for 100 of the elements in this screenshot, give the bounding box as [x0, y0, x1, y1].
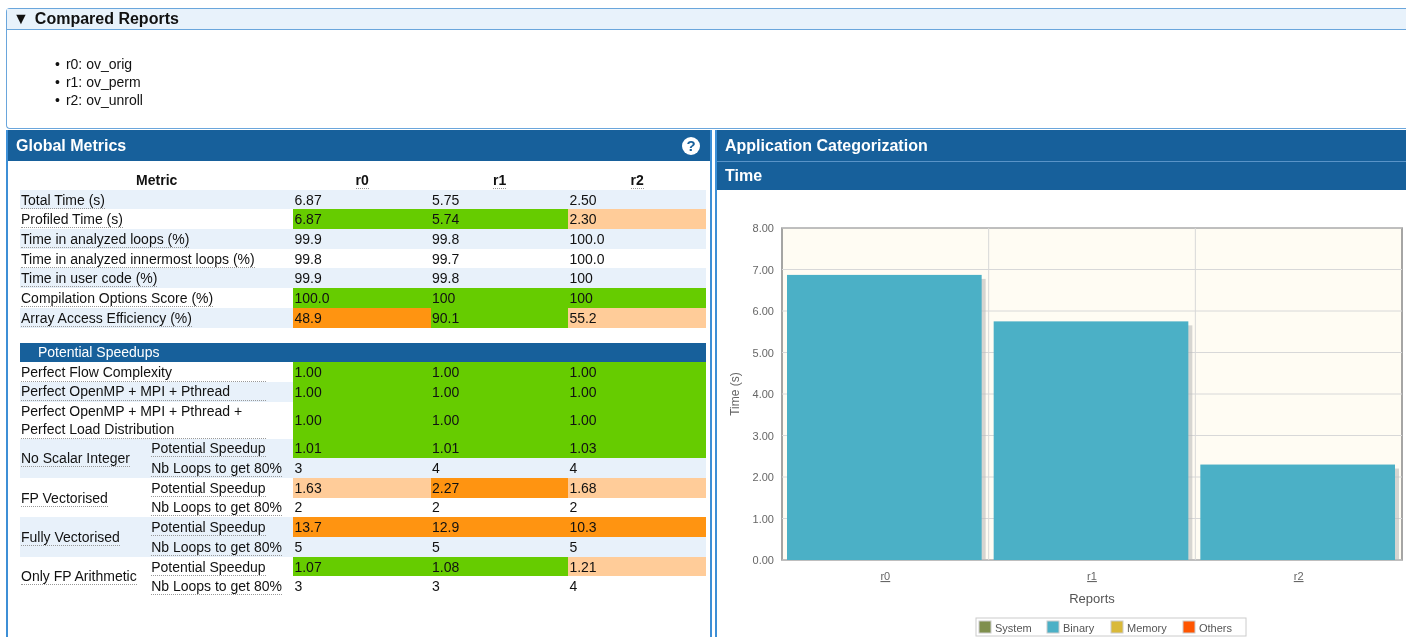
legend-label: Binary	[1063, 622, 1095, 634]
metric-label: Perfect OpenMP + MPI + Pthread + Perfect Load Distribution	[21, 401, 266, 439]
help-icon[interactable]: ?	[682, 136, 700, 155]
metric-label: Fully Vectorised	[21, 529, 120, 546]
legend-label: System	[995, 622, 1032, 634]
table-cell: 99.8	[431, 229, 569, 249]
metric-label: FP Vectorised	[21, 489, 108, 507]
metric-label: Array Access Efficiency (%)	[21, 309, 192, 327]
table-cell: 99.9	[293, 268, 431, 289]
metric-label: Perfect Flow Complexity	[21, 362, 266, 382]
axis-tick-label: 0.00	[752, 554, 774, 566]
metric-label: Compilation Options Score (%)	[21, 289, 214, 307]
table-cell: 2	[431, 497, 569, 518]
table-cell: 1.00	[568, 381, 706, 402]
table-cell: 99.7	[431, 248, 569, 269]
metric-label: Potential Speedup	[151, 479, 266, 497]
table-cell: 4	[431, 458, 569, 478]
metric-label: No Scalar Integer	[21, 450, 130, 468]
table-cell: 5	[293, 537, 431, 557]
list-bullet: •	[55, 73, 60, 91]
table-cell: 1.68	[568, 477, 706, 498]
report-item: r1: ov_perm	[65, 73, 141, 91]
table-cell: 6.87	[293, 209, 431, 230]
table-cell: 48.9	[293, 307, 431, 328]
table-cell: 6.87	[293, 189, 431, 210]
table-cell: 12.9	[431, 517, 569, 537]
metric-label: Time in analyzed loops (%)	[21, 230, 190, 248]
axis-tick-label: r1	[1087, 570, 1097, 582]
metric-label: Nb Loops to get 80%	[151, 460, 282, 478]
report-item: r2: ov_unroll	[65, 91, 143, 109]
table-cell: 1.01	[293, 438, 431, 459]
metric-label: Total Time (s)	[21, 191, 105, 209]
axis-tick-label: 2.00	[752, 471, 774, 483]
legend-label: Others	[1199, 622, 1232, 634]
axis-title: Time (s)	[728, 372, 742, 416]
table-cell: 10.3	[568, 517, 706, 537]
table-cell: 2.27	[431, 477, 569, 498]
table-cell: 2.30	[568, 209, 706, 230]
axis-tick-label: 1.00	[752, 512, 774, 525]
table-cell: 1.00	[293, 381, 431, 402]
table-cell: 100	[431, 288, 569, 308]
table-cell: 100	[568, 288, 706, 308]
axis-tick-label: 8.00	[752, 222, 774, 234]
panel-title: Application Categorization	[725, 136, 928, 155]
collapse-toggle[interactable]: ▼	[13, 10, 29, 28]
table-cell: 1.00	[568, 401, 706, 439]
section-header: Potential Speedups	[20, 342, 706, 363]
table-cell: 5.75	[431, 189, 569, 210]
column-header: Metric	[136, 171, 178, 188]
table-cell: 5	[431, 537, 569, 557]
metric-label: Potential Speedup	[151, 558, 266, 576]
table-cell: 1.00	[293, 401, 431, 439]
metric-label: Nb Loops to get 80%	[151, 578, 282, 596]
metric-label: Time in user code (%)	[21, 270, 158, 288]
metric-label: Profiled Time (s)	[21, 211, 123, 229]
table-cell: 100.0	[568, 229, 706, 249]
table-cell: 99.8	[293, 248, 431, 269]
table-cell: 1.21	[568, 556, 706, 577]
table-cell: 1.00	[431, 362, 569, 382]
table-cell: 3	[431, 576, 569, 597]
table-cell: 1.01	[431, 438, 569, 459]
table-cell: 3	[293, 458, 431, 478]
axis-tick-label: 5.00	[752, 346, 774, 359]
table-cell: 4	[568, 576, 706, 597]
table-cell: 1.00	[431, 381, 569, 402]
table-cell: 1.03	[568, 438, 706, 459]
axis-tick-label: 7.00	[752, 263, 774, 276]
table-cell: 1.08	[431, 556, 569, 577]
panel-subtitle: Time	[725, 167, 763, 185]
table-cell: 3	[293, 576, 431, 597]
list-bullet: •	[55, 91, 60, 109]
list-bullet: •	[55, 55, 60, 73]
table-cell: 13.7	[293, 517, 431, 537]
table-cell: 99.9	[293, 229, 431, 249]
table-cell: 5.74	[431, 209, 569, 230]
metric-label: Only FP Arithmetic	[21, 568, 137, 586]
panel-title: Global Metrics	[16, 136, 127, 155]
axis-tick-label: 3.00	[752, 429, 774, 442]
column-header: r2	[630, 171, 644, 189]
column-header: r0	[355, 171, 369, 189]
table-cell: 5	[568, 537, 706, 557]
metric-label: Nb Loops to get 80%	[151, 499, 282, 517]
axis-tick-label: r0	[880, 570, 891, 582]
legend-label: Memory	[1127, 622, 1167, 634]
table-cell: 1.00	[431, 401, 569, 439]
table-cell: 90.1	[431, 307, 569, 328]
metric-label: Nb Loops to get 80%	[151, 538, 282, 556]
table-cell: 100.0	[568, 248, 706, 269]
column-header: r1	[493, 171, 507, 189]
table-cell: 2	[293, 497, 431, 518]
metric-label: Time in analyzed innermost loops (%)	[21, 250, 255, 268]
table-cell: 2.50	[568, 189, 706, 210]
table-cell: 100.0	[293, 288, 431, 308]
metric-label: Perfect OpenMP + MPI + Pthread	[21, 382, 266, 402]
table-cell: 99.8	[431, 268, 569, 289]
axis-tick-label: 4.00	[752, 388, 774, 400]
metric-label: Potential Speedup	[151, 440, 266, 458]
panel-title: Compared Reports	[34, 10, 179, 28]
axis-title: Reports	[1069, 591, 1115, 606]
metric-label: Potential Speedup	[151, 519, 266, 537]
